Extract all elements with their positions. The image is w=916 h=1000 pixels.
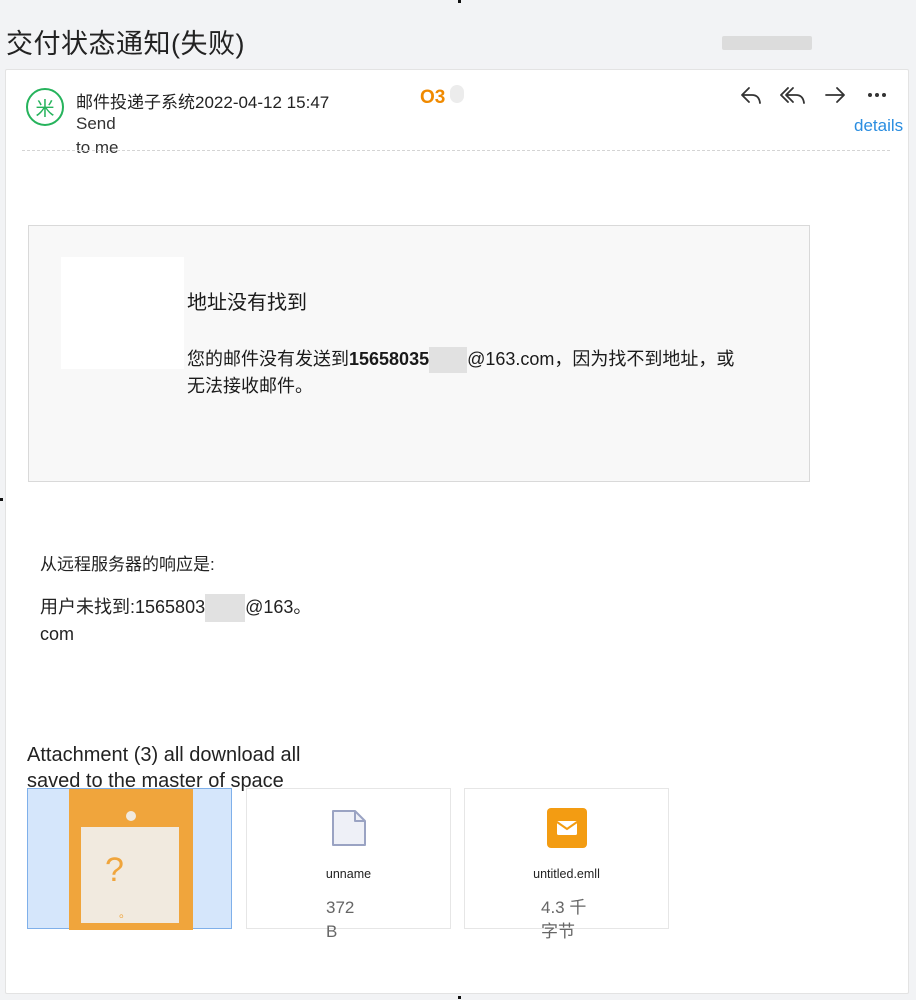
attachment-tile[interactable]: untitled.emll 4.3 千字节 (464, 788, 669, 941)
sender-name[interactable]: 邮件投递子系统 (76, 93, 195, 112)
attachment-name: unname (325, 867, 372, 881)
notice-email-start: 15658035 (349, 349, 430, 369)
sent-date: 2022-04-12 15:47 (195, 93, 330, 112)
reply-button[interactable] (738, 82, 764, 108)
response-prefix: 用户未找到: (40, 596, 136, 617)
attachment-size: 372 B (326, 898, 355, 941)
sender-avatar[interactable]: 米 (26, 88, 64, 126)
bounce-notice: 地址没有找到 您的邮件没有发送到15658035 @163.com，因为找不到地址… (28, 225, 810, 482)
sender-line: 邮件投递子系统2022-04-12 15:47 (76, 88, 329, 113)
svg-text:?: ? (105, 851, 124, 889)
server-response-value: 用户未找到:1565803 @163。 com (40, 594, 350, 647)
frame-marker-left (0, 498, 3, 501)
page-title: 交付状态通知(失败) (6, 29, 245, 59)
reply-icon (741, 87, 761, 104)
more-icon (868, 93, 886, 97)
email-card: 米 邮件投递子系统2022-04-12 15:47 O3 Send to me (5, 69, 909, 994)
notice-heading: 地址没有找到 (187, 292, 307, 314)
notice-email-domain: @163.com (467, 349, 555, 369)
attachment-name: untitled.emll (533, 867, 600, 881)
more-button[interactable] (864, 82, 890, 108)
response-email-tail: com (40, 624, 75, 644)
frame-marker-top (458, 0, 461, 3)
send-label: Send (76, 114, 116, 133)
redacted-response-email (205, 594, 246, 622)
response-email-start: 1565803 (135, 596, 206, 617)
redacted-title-info (722, 36, 812, 50)
forward-button[interactable] (822, 82, 848, 108)
recipient-label[interactable]: to me (76, 138, 119, 158)
server-response-label: 从远程服务器的响应是: (40, 555, 215, 574)
reply-all-icon (780, 87, 805, 104)
attachment-tile[interactable]: unname 372 B (246, 788, 451, 941)
header-divider (22, 150, 890, 151)
avatar-glyph: 米 (35, 98, 55, 120)
notice-body: 您的邮件没有发送到15658035 @163.com，因为找不到地址，或无法接收邮… (187, 346, 747, 399)
mail-icon (547, 808, 587, 848)
status-badge: O3 (420, 87, 446, 108)
forward-icon (825, 87, 845, 103)
badge-ghost (450, 85, 464, 103)
attachments-header[interactable]: Attachment (3) all download all saved to… (27, 742, 347, 794)
attachment-tile[interactable]: ? 。 (27, 788, 232, 930)
frame-marker-bottom (458, 996, 461, 999)
broken-image-icon: ? 。 (69, 789, 193, 930)
redacted-email-part (429, 347, 468, 374)
details-link[interactable]: details (854, 114, 903, 138)
message-actions (738, 82, 890, 108)
file-icon (332, 810, 366, 846)
attachment-size: 4.3 千字节 (541, 898, 587, 941)
response-email-domain: @163。 (245, 596, 312, 617)
svg-text:。: 。 (119, 906, 131, 920)
reply-all-button[interactable] (780, 82, 806, 108)
notice-body-prefix: 您的邮件没有发送到 (187, 349, 349, 369)
notice-image (61, 257, 184, 369)
